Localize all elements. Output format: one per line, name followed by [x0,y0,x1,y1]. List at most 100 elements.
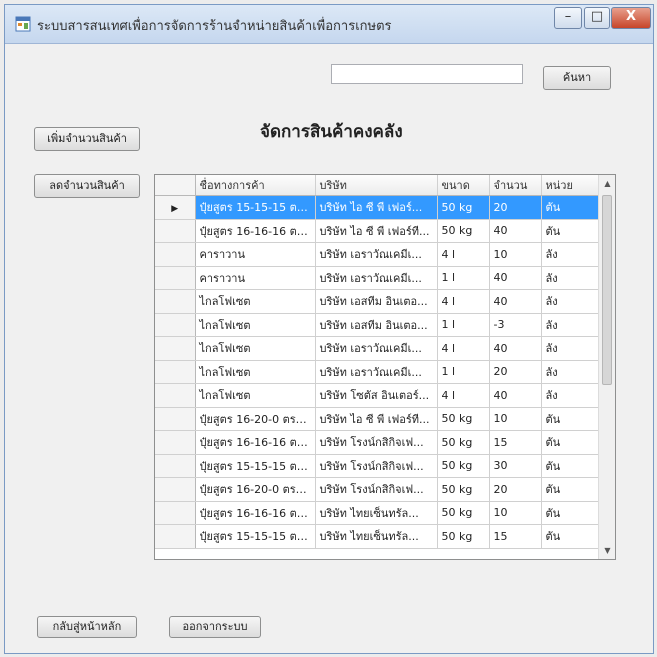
row-selector[interactable] [155,242,196,267]
row-selector[interactable] [155,501,196,525]
cell-company[interactable]: บริษัท ไอ ซี พี เฟอร์ที... [315,407,438,431]
row-selector[interactable] [155,430,196,455]
column-header-size[interactable]: ขนาด [437,175,490,196]
reduce-stock-button[interactable]: ลดจำนวนสินค้า [34,174,140,198]
cell-unit[interactable]: ตัน [541,407,600,431]
cell-trade-name[interactable]: ปุ๋ยสูตร 15-15-15 ตร... [195,454,316,478]
table-row[interactable]: คาราวาน บริษัท เอราวัณเคมีเ... 1 l 40 ลัง [155,266,600,290]
cell-unit[interactable]: ตัน [541,195,600,220]
cell-size[interactable]: 50 kg [437,477,490,502]
table-row[interactable]: ปุ๋ยสูตร 16-20-0 ตรา... บริษัท โรงน์กสิกิ… [155,477,600,502]
cell-unit[interactable]: ลัง [541,383,600,408]
row-selector[interactable] [155,266,196,290]
cell-unit[interactable]: ตัน [541,219,600,243]
cell-size[interactable]: 50 kg [437,219,490,243]
cell-company[interactable]: บริษัท ไทยเซ็นทรัล... [315,524,438,549]
table-row[interactable]: ไกลโฟเซต บริษัท เอสทีม อินเตอ... 1 l -3 ลัง [155,313,600,337]
cell-quantity[interactable]: 40 [489,289,542,314]
cell-trade-name[interactable]: ปุ๋ยสูตร 15-15-15 ตร... [195,524,316,549]
row-selector[interactable] [155,289,196,314]
cell-quantity[interactable]: 40 [489,383,542,408]
cell-unit[interactable]: ตัน [541,430,600,455]
minimize-button[interactable]: – [554,7,582,29]
cell-size[interactable]: 50 kg [437,501,490,525]
cell-unit[interactable]: ตัน [541,454,600,478]
row-selector[interactable] [155,313,196,337]
cell-company[interactable]: บริษัท เอราวัณเคมีเ... [315,336,438,361]
cell-company[interactable]: บริษัท โรงน์กสิกิจเฟ... [315,430,438,455]
table-row[interactable]: ▶ ปุ๋ยสูตร 15-15-15 ตร... บริษัท ไอ ซี พี … [155,195,600,220]
table-row[interactable]: ไกลโฟเซต บริษัท โซตัส อินเตอร์... 4 l 40 ลัง [155,383,600,408]
cell-company[interactable]: บริษัท เอราวัณเคมีเ... [315,266,438,290]
search-input[interactable] [331,64,523,84]
cell-company[interactable]: บริษัท ไอ ซี พี เฟอร์ที... [315,219,438,243]
cell-company[interactable]: บริษัท เอสทีม อินเตอ... [315,289,438,314]
cell-trade-name[interactable]: ไกลโฟเซต [195,313,316,337]
column-header-unit[interactable]: หน่วย [541,175,600,196]
cell-trade-name[interactable]: ปุ๋ยสูตร 16-16-16 ตร... [195,430,316,455]
cell-size[interactable]: 50 kg [437,454,490,478]
table-row[interactable]: ปุ๋ยสูตร 16-16-16 ตร... บริษัท ไอ ซี พี เ… [155,219,600,243]
cell-trade-name[interactable]: ปุ๋ยสูตร 16-20-0 ตรา... [195,477,316,502]
inventory-grid[interactable]: ชื่อทางการค้า บริษัท ขนาด จำนวน หน่วย ▶ ป… [154,174,616,560]
cell-trade-name[interactable]: ปุ๋ยสูตร 16-16-16 ตร... [195,501,316,525]
cell-trade-name[interactable]: ปุ๋ยสูตร 16-16-16 ตร... [195,219,316,243]
cell-quantity[interactable]: 10 [489,242,542,267]
table-row[interactable]: ไกลโฟเซต บริษัท เอราวัณเคมีเ... 1 l 20 ลัง [155,360,600,384]
table-row[interactable]: ปุ๋ยสูตร 16-16-16 ตร... บริษัท โรงน์กสิกิ… [155,430,600,455]
scroll-down-arrow-icon[interactable]: ▼ [599,542,615,559]
cell-size[interactable]: 4 l [437,242,490,267]
row-selector[interactable]: ▶ [155,195,196,220]
close-button[interactable]: X [611,7,651,29]
cell-quantity[interactable]: 20 [489,360,542,384]
cell-unit[interactable]: ลัง [541,289,600,314]
cell-trade-name[interactable]: คาราวาน [195,242,316,267]
cell-unit[interactable]: ตัน [541,477,600,502]
cell-quantity[interactable]: -3 [489,313,542,337]
scroll-thumb[interactable] [602,195,612,385]
cell-trade-name[interactable]: ไกลโฟเซต [195,383,316,408]
cell-trade-name[interactable]: คาราวาน [195,266,316,290]
cell-unit[interactable]: ตัน [541,501,600,525]
cell-company[interactable]: บริษัท ไทยเซ็นทรัล... [315,501,438,525]
cell-quantity[interactable]: 10 [489,407,542,431]
table-row[interactable]: ปุ๋ยสูตร 15-15-15 ตร... บริษัท ไทยเซ็นทรั… [155,524,600,549]
table-row[interactable]: คาราวาน บริษัท เอราวัณเคมีเ... 4 l 10 ลัง [155,242,600,267]
cell-size[interactable]: 1 l [437,266,490,290]
cell-company[interactable]: บริษัท เอราวัณเคมีเ... [315,360,438,384]
cell-unit[interactable]: ลัง [541,313,600,337]
cell-size[interactable]: 1 l [437,313,490,337]
table-row[interactable]: ปุ๋ยสูตร 15-15-15 ตร... บริษัท โรงน์กสิกิ… [155,454,600,478]
cell-company[interactable]: บริษัท ไอ ซี พี เฟอร์... [315,195,438,220]
cell-size[interactable]: 4 l [437,336,490,361]
cell-company[interactable]: บริษัท โรงน์กสิกิจเฟ... [315,454,438,478]
cell-size[interactable]: 1 l [437,360,490,384]
cell-trade-name[interactable]: ไกลโฟเซต [195,336,316,361]
row-selector[interactable] [155,454,196,478]
scroll-up-arrow-icon[interactable]: ▲ [599,175,615,192]
add-stock-button[interactable]: เพิ่มจำนวนสินค้า [34,127,140,151]
cell-trade-name[interactable]: ไกลโฟเซต [195,289,316,314]
row-selector[interactable] [155,336,196,361]
vertical-scrollbar[interactable]: ▲ ▼ [598,175,615,559]
row-selector[interactable] [155,360,196,384]
cell-quantity[interactable]: 15 [489,430,542,455]
column-header-company[interactable]: บริษัท [315,175,438,196]
cell-company[interactable]: บริษัท โซตัส อินเตอร์... [315,383,438,408]
cell-quantity[interactable]: 15 [489,524,542,549]
logout-button[interactable]: ออกจากระบบ [169,616,261,638]
search-button[interactable]: ค้นหา [543,66,611,90]
back-to-main-button[interactable]: กลับสู่หน้าหลัก [37,616,137,638]
column-header-quantity[interactable]: จำนวน [489,175,542,196]
cell-trade-name[interactable]: ปุ๋ยสูตร 15-15-15 ตร... [195,195,316,220]
cell-quantity[interactable]: 40 [489,336,542,361]
table-row[interactable]: ไกลโฟเซต บริษัท เอราวัณเคมีเ... 4 l 40 ลัง [155,336,600,361]
table-row[interactable]: ไกลโฟเซต บริษัท เอสทีม อินเตอ... 4 l 40 ลัง [155,289,600,314]
cell-size[interactable]: 4 l [437,383,490,408]
cell-unit[interactable]: ลัง [541,360,600,384]
cell-size[interactable]: 50 kg [437,524,490,549]
cell-unit[interactable]: ลัง [541,242,600,267]
cell-trade-name[interactable]: ปุ๋ยสูตร 16-20-0 ตรา... [195,407,316,431]
row-selector[interactable] [155,477,196,502]
table-row[interactable]: ปุ๋ยสูตร 16-16-16 ตร... บริษัท ไทยเซ็นทรั… [155,501,600,525]
